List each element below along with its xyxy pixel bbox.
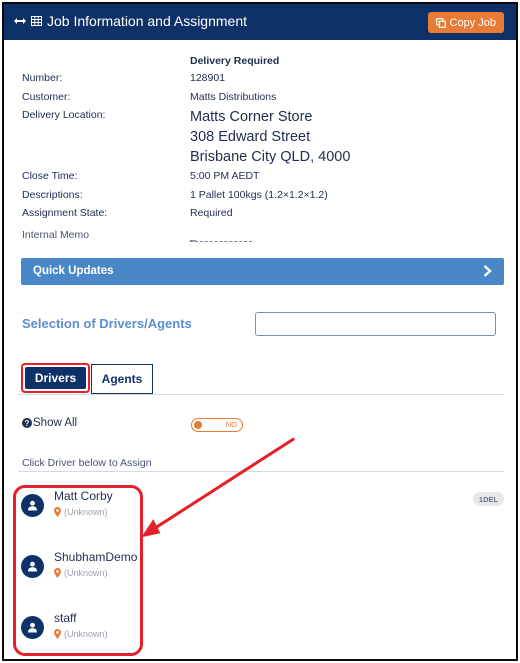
close-time-label: Close Time:: [22, 170, 78, 182]
question-circle-icon[interactable]: ?: [22, 418, 32, 428]
panel-header: Job Information and Assignment Copy Job: [4, 4, 516, 40]
show-all-row: ? Show All: [22, 417, 77, 429]
tab-agents[interactable]: Agents: [91, 364, 153, 394]
number-label: Number:: [22, 72, 63, 84]
show-all-label: Show All: [33, 417, 78, 429]
job-status-heading: Delivery Required: [190, 55, 280, 67]
toggle-state-text: NO: [225, 420, 237, 429]
close-time-value: 5:00 PM AEDT: [190, 170, 260, 182]
tabs-divider: [18, 394, 504, 395]
tab-drivers-label: Drivers: [25, 367, 86, 389]
delivery-location-label: Delivery Location:: [22, 109, 106, 121]
assignment-state-value: Required: [190, 207, 233, 219]
address-line: 308 Edward Street: [190, 129, 311, 145]
show-all-toggle[interactable]: NO: [191, 418, 243, 432]
quick-updates-label: Quick Updates: [33, 265, 114, 277]
toggle-knob: [194, 421, 202, 429]
copy-icon: [435, 17, 446, 28]
arrows-horizontal-icon[interactable]: [14, 16, 26, 26]
driver-search-input[interactable]: [255, 312, 496, 336]
assign-hint: Click Driver below to Assign: [22, 457, 152, 469]
internal-memo-field[interactable]: _: [190, 230, 252, 242]
tab-drivers[interactable]: Drivers: [21, 363, 90, 393]
table-grid-icon: [31, 16, 42, 26]
copy-job-button[interactable]: Copy Job: [427, 12, 504, 33]
number-value: 128901: [190, 72, 226, 84]
internal-memo-label: Internal Memo: [22, 229, 90, 241]
annotation-highlight-box: [13, 485, 143, 656]
address-line: Matts Corner Store: [190, 109, 313, 125]
address-line: Brisbane City QLD, 4000: [190, 149, 351, 165]
chevron-right-icon: [483, 265, 492, 277]
customer-label: Customer:: [22, 91, 71, 103]
quick-updates-bar[interactable]: Quick Updates: [21, 258, 504, 285]
hint-divider: [18, 471, 504, 472]
panel-title-text: Job Information and Assignment: [47, 13, 248, 29]
copy-job-label: Copy Job: [449, 16, 496, 29]
selection-label: Selection of Drivers/Agents: [22, 316, 192, 331]
job-panel: Job Information and Assignment Copy Job …: [2, 2, 518, 661]
customer-value: Matts Distributions: [190, 91, 277, 103]
panel-title: Job Information and Assignment: [14, 13, 247, 29]
driver-job-count-badge: 1DEL: [473, 492, 504, 506]
delivery-location-value: Matts Corner Store 308 Edward Street Bri…: [190, 107, 350, 167]
descriptions-value: 1 Pallet 100kgs (1.2×1.2×1.2): [190, 189, 328, 201]
assignment-state-label: Assignment State:: [22, 207, 108, 219]
descriptions-label: Descriptions:: [22, 189, 83, 201]
